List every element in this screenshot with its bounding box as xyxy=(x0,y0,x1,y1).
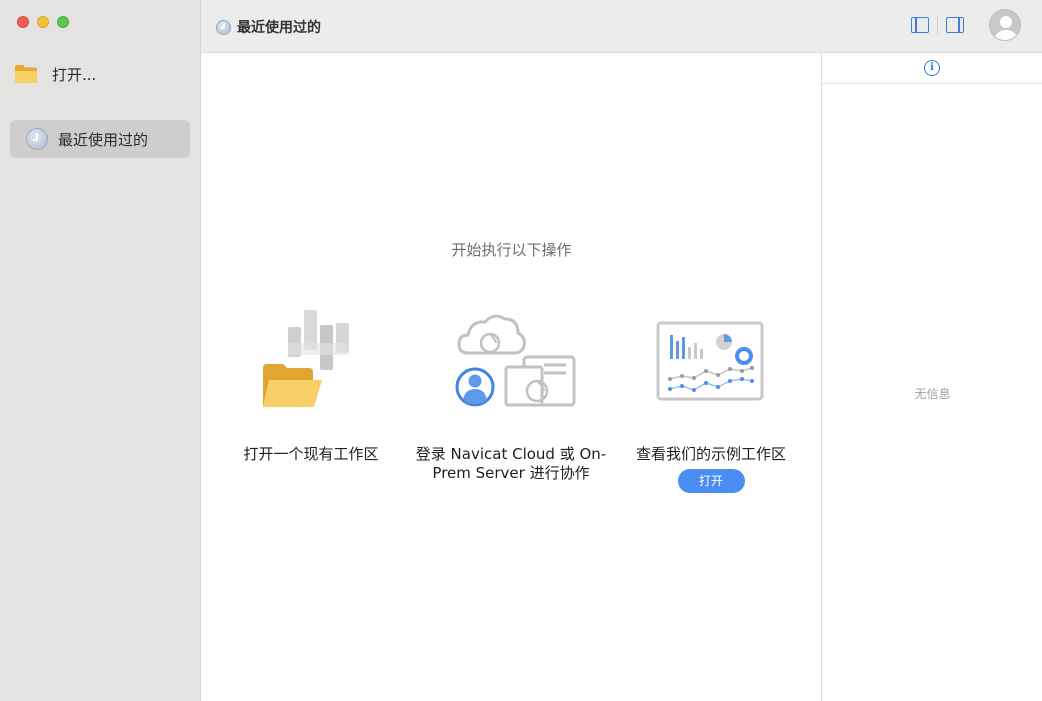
clock-icon xyxy=(26,128,48,150)
open-folder-workspace-icon xyxy=(263,310,349,407)
sidebar-item-open-label: 打开... xyxy=(52,65,97,84)
window-controls xyxy=(17,16,69,28)
sidebar: 打开... 最近使用过的 xyxy=(0,0,201,701)
action-cloud-login[interactable]: 登录 Navicat Cloud 或 On-Prem Server 进行协作 xyxy=(406,305,616,483)
info-panel: i 无信息 xyxy=(821,53,1042,701)
action-sample-workspace-caption: 查看我们的示例工作区 xyxy=(635,445,786,463)
no-info-text: 无信息 xyxy=(914,387,951,401)
toolbar-divider xyxy=(937,16,938,34)
cloud-collaboration-icon xyxy=(455,314,576,407)
sidebar-item-recent-label: 最近使用过的 xyxy=(58,130,149,149)
sample-dashboard-icon xyxy=(656,321,764,401)
action-sample-workspace[interactable]: 查看我们的示例工作区 打开 xyxy=(606,305,816,493)
action-open-workspace-caption: 打开一个现有工作区 xyxy=(243,445,379,463)
toggle-sidebar-right-icon[interactable] xyxy=(946,17,964,33)
open-sample-button[interactable]: 打开 xyxy=(677,469,745,493)
action-open-workspace[interactable]: 打开一个现有工作区 xyxy=(206,305,416,464)
minimize-window-button[interactable] xyxy=(37,16,49,28)
info-panel-header: i xyxy=(822,53,1042,84)
close-window-button[interactable] xyxy=(17,16,29,28)
sidebar-item-recent[interactable]: 最近使用过的 xyxy=(10,120,190,158)
toolbar: 最近使用过的 xyxy=(201,0,1042,53)
clock-icon xyxy=(216,19,231,35)
sidebar-item-open[interactable]: 打开... xyxy=(14,60,189,88)
start-prompt: 开始执行以下操作 xyxy=(451,241,572,259)
app-window: 打开... 最近使用过的 最近使用过的 开始执行以下操作 打开一个现有工作区 登… xyxy=(0,0,1042,701)
info-icon[interactable]: i xyxy=(924,60,940,76)
action-cloud-login-caption: 登录 Navicat Cloud 或 On-Prem Server 进行协作 xyxy=(415,445,607,482)
user-avatar-icon[interactable] xyxy=(989,9,1021,41)
folder-icon xyxy=(15,65,37,83)
page-title: 最近使用过的 xyxy=(237,20,321,36)
toggle-sidebar-left-icon[interactable] xyxy=(911,17,929,33)
main-content: 开始执行以下操作 打开一个现有工作区 登录 Navicat Cloud 或 On… xyxy=(201,53,822,701)
page-title-wrap: 最近使用过的 xyxy=(216,17,321,37)
maximize-window-button[interactable] xyxy=(57,16,69,28)
